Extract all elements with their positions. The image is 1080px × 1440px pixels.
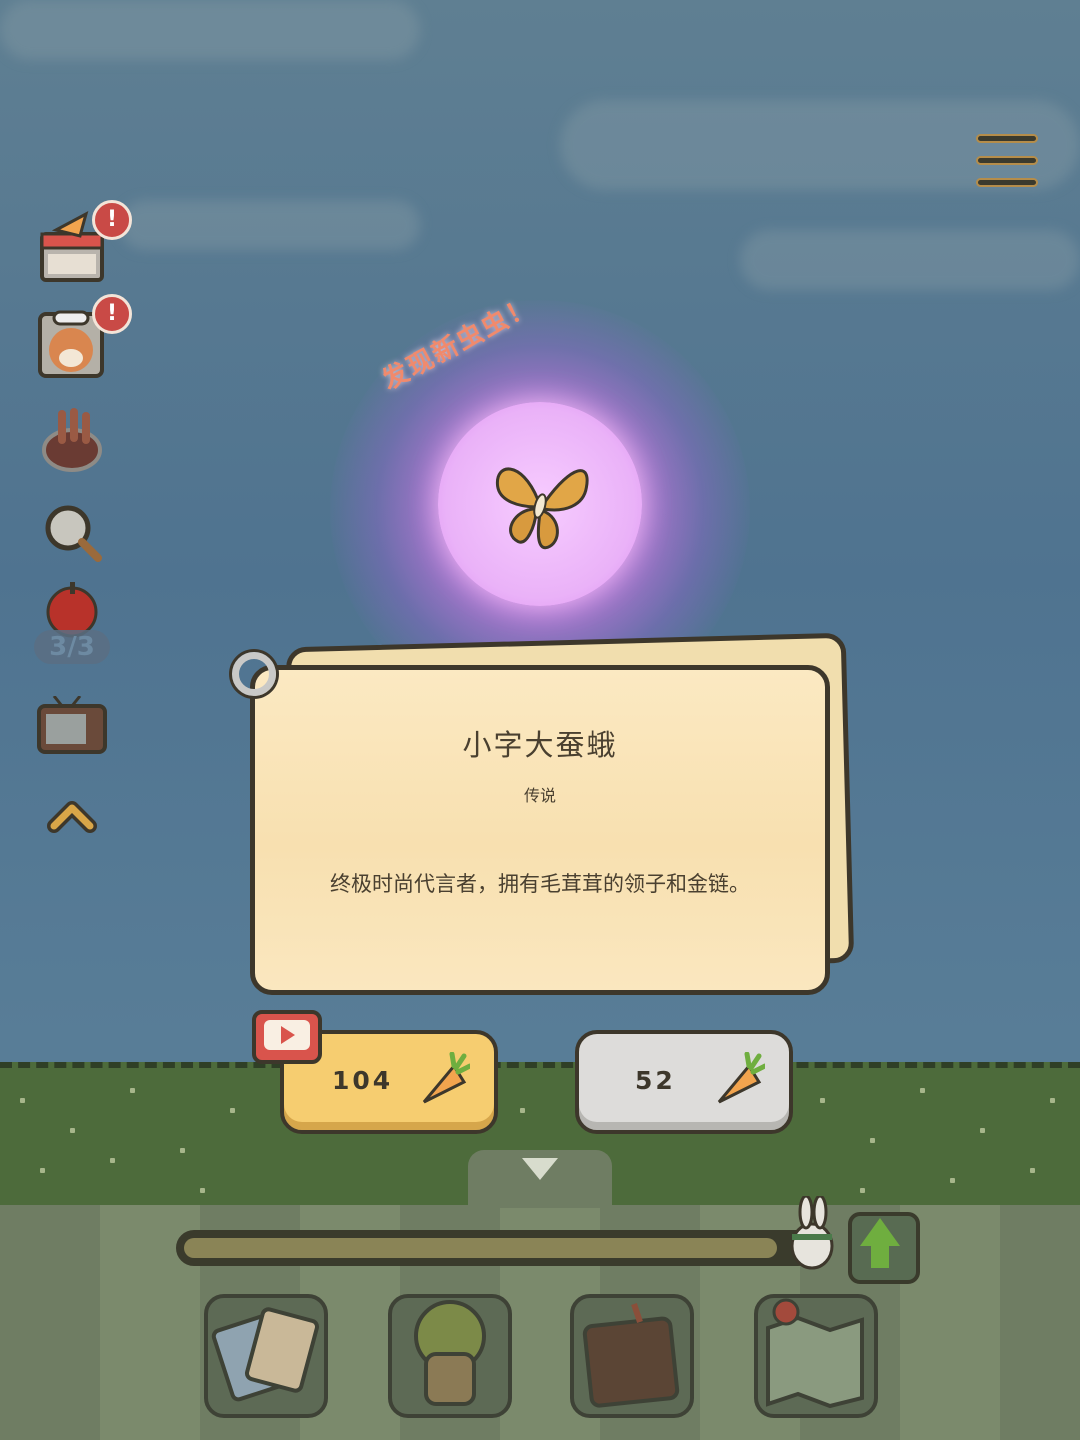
cards-icon <box>211 1307 320 1402</box>
garden-progress-bar <box>176 1230 816 1266</box>
search-button[interactable] <box>36 500 108 566</box>
bunny-icon <box>790 1196 834 1270</box>
shop-button[interactable]: ! <box>36 200 132 290</box>
apple-counter[interactable]: 3/3 <box>34 578 110 664</box>
moth-icon <box>496 467 589 550</box>
bug-name: 小字大蚕蛾 <box>462 728 618 762</box>
carrot-icon <box>422 1052 470 1104</box>
tv-button[interactable] <box>36 695 108 756</box>
progress-fill <box>184 1238 777 1258</box>
carrot-reward-amount: 52 <box>635 1066 676 1095</box>
menu-icon[interactable] <box>976 134 1038 188</box>
tv-icon <box>37 695 107 754</box>
alert-badge: ! <box>92 200 132 240</box>
alert-badge: ! <box>92 294 132 334</box>
nav-map-button[interactable] <box>754 1294 878 1418</box>
magnifier-icon <box>45 505 102 562</box>
carrot-icon <box>717 1052 765 1104</box>
bug-orb <box>438 402 642 606</box>
collapse-button[interactable] <box>36 796 108 836</box>
play-icon <box>281 1026 295 1044</box>
pot-button[interactable] <box>36 404 108 474</box>
bug-info-card <box>250 665 830 995</box>
wood-sign-icon <box>582 1303 680 1408</box>
chevron-down-icon <box>522 1158 558 1180</box>
nav-treehouse-button[interactable] <box>388 1294 512 1418</box>
tree-house-icon <box>414 1300 486 1406</box>
nav-sign-button[interactable] <box>570 1294 694 1418</box>
upgrade-arrow-stem <box>871 1244 889 1268</box>
map-icon <box>766 1298 864 1409</box>
apple-icon <box>46 582 98 638</box>
card-ring <box>232 652 276 696</box>
upgrade-arrow-icon <box>860 1218 900 1246</box>
bug-description: 终极时尚代言者，拥有毛茸茸的领子和金链。 <box>330 872 750 896</box>
carrot-reward-button[interactable]: 52 <box>575 1030 793 1134</box>
nav-cards-button[interactable] <box>204 1294 328 1418</box>
pot-icon <box>42 408 102 472</box>
apple-count-label: 3/3 <box>34 630 110 664</box>
collapse-up-icon <box>47 801 97 833</box>
ad-reward-amount: 104 <box>332 1066 394 1095</box>
chef-button[interactable]: ! <box>36 294 132 382</box>
bug-rarity: 传说 <box>523 786 556 805</box>
